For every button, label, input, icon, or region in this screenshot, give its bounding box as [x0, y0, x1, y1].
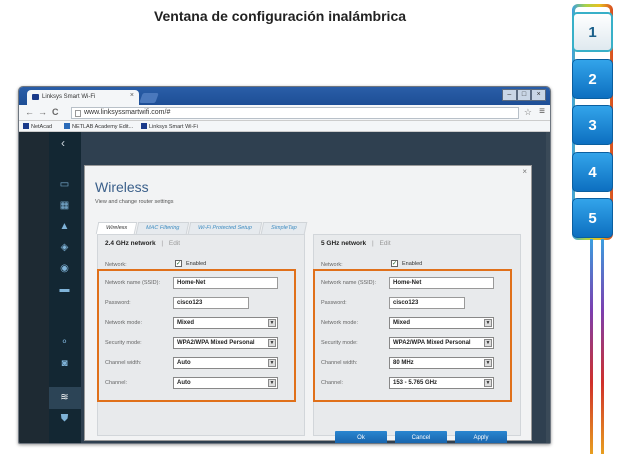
dialog-tabs: Wireless MAC Filtering Wi-Fi Protected S…	[95, 222, 308, 234]
enabled-5-checkbox[interactable]: ✓	[391, 260, 398, 267]
step-5-button[interactable]: 5	[572, 198, 613, 238]
panel-24ghz-header: 2.4 GHz network | Edit	[105, 240, 181, 247]
router-app: ▭ ▦ ▲ ◈ ◉ ▬ ⚬ ◙ ≋ ⛊ ‹ × Wireless View an…	[19, 132, 550, 443]
browser-titlebar: Linksys Smart Wi-Fi × – □ ×	[19, 87, 550, 105]
edit-5ghz-link[interactable]: Edit	[379, 240, 390, 247]
address-bar-row: ← → C www.linksyssmartwifi.com/# ☆ ≡	[19, 105, 550, 121]
enabled-24-checkbox[interactable]: ✓	[175, 260, 182, 267]
parental-icon[interactable]: ▦	[58, 200, 71, 211]
bookmark-netlab[interactable]: NETLAB Academy Edit...	[64, 123, 133, 130]
apply-button[interactable]: Apply	[455, 431, 507, 443]
page-icon	[75, 110, 81, 117]
media-icon[interactable]: ▬	[58, 284, 71, 295]
tab-wps[interactable]: Wi-Fi Protected Setup	[188, 222, 263, 234]
slide-title: Ventana de configuración inalámbrica	[153, 8, 407, 24]
camera-icon[interactable]: ◙	[58, 358, 71, 369]
step-2-button[interactable]: 2	[572, 59, 613, 99]
netacad-icon	[23, 123, 29, 129]
bookmark-linksys[interactable]: Linksys Smart Wi-Fi	[141, 123, 198, 130]
linksys-icon	[141, 123, 147, 129]
connectivity-icon[interactable]: ⚬	[58, 337, 71, 348]
panel-5ghz-header: 5 GHz network | Edit	[321, 240, 391, 247]
tab-title: Linksys Smart Wi-Fi	[42, 94, 96, 100]
forward-arrow-icon[interactable]: →	[38, 107, 47, 117]
wireless-dialog: × Wireless View and change router settin…	[84, 165, 532, 443]
highlight-box-5ghz	[313, 269, 512, 402]
linksys-favicon-icon	[32, 94, 39, 100]
dialog-title: Wireless	[95, 179, 149, 195]
speed-icon[interactable]: ◉	[58, 263, 71, 274]
bookmark-star-icon[interactable]: ☆	[524, 107, 532, 118]
app-sidebar: ▭ ▦ ▲ ◈ ◉ ▬ ⚬ ◙ ≋ ⛊	[49, 132, 81, 443]
step-rail	[590, 239, 604, 454]
ok-button[interactable]: Ok	[335, 431, 387, 443]
tab-simpletap[interactable]: SimpleTap	[260, 222, 308, 234]
url-input[interactable]: www.linksyssmartwifi.com/#	[71, 107, 519, 119]
window-controls: – □ ×	[502, 89, 547, 101]
dialog-close-icon[interactable]: ×	[522, 167, 527, 176]
devices-icon[interactable]: ▭	[58, 179, 71, 190]
url-text: www.linksyssmartwifi.com/#	[84, 109, 171, 116]
tab-wireless[interactable]: Wireless	[95, 222, 138, 234]
app-scrollbar[interactable]	[546, 132, 550, 443]
browser-tab[interactable]: Linksys Smart Wi-Fi ×	[27, 90, 139, 105]
edit-24ghz-link[interactable]: Edit	[169, 240, 180, 247]
tab-mac-filtering[interactable]: MAC Filtering	[135, 222, 190, 234]
reload-icon[interactable]: C	[52, 107, 59, 117]
browser-menu-icon[interactable]: ≡	[539, 106, 545, 117]
back-arrow-icon[interactable]: ←	[25, 107, 34, 117]
bookmark-netacad[interactable]: NetAcad	[23, 123, 52, 130]
highlight-box-24ghz	[97, 269, 296, 402]
priority-icon[interactable]: ◈	[58, 242, 71, 253]
close-window-button[interactable]: ×	[531, 89, 547, 101]
wireless-icon[interactable]: ≋	[58, 392, 71, 403]
step-navigation: 1 2 3 4 5	[572, 4, 613, 456]
minimize-button[interactable]: –	[502, 89, 517, 101]
alert-icon[interactable]: ▲	[58, 221, 71, 232]
cancel-button[interactable]: Cancel	[395, 431, 447, 443]
bookmarks-bar: NetAcad NETLAB Academy Edit... Linksys S…	[19, 121, 550, 132]
netlab-icon	[64, 123, 70, 129]
sidebar-collapse-icon[interactable]: ‹	[61, 136, 65, 150]
dialog-subtitle: View and change router settings	[95, 199, 174, 205]
tab-close-icon[interactable]: ×	[130, 92, 134, 99]
dialog-buttons: Ok Cancel Apply	[327, 431, 507, 443]
step-3-button[interactable]: 3	[572, 105, 613, 145]
maximize-button[interactable]: □	[516, 89, 532, 101]
step-1-button[interactable]: 1	[572, 12, 613, 52]
security-shield-icon[interactable]: ⛊	[58, 413, 71, 424]
step-4-button[interactable]: 4	[572, 152, 613, 192]
new-tab-button[interactable]	[139, 93, 159, 103]
browser-window: Linksys Smart Wi-Fi × – □ × ← → C www.li…	[18, 86, 551, 444]
